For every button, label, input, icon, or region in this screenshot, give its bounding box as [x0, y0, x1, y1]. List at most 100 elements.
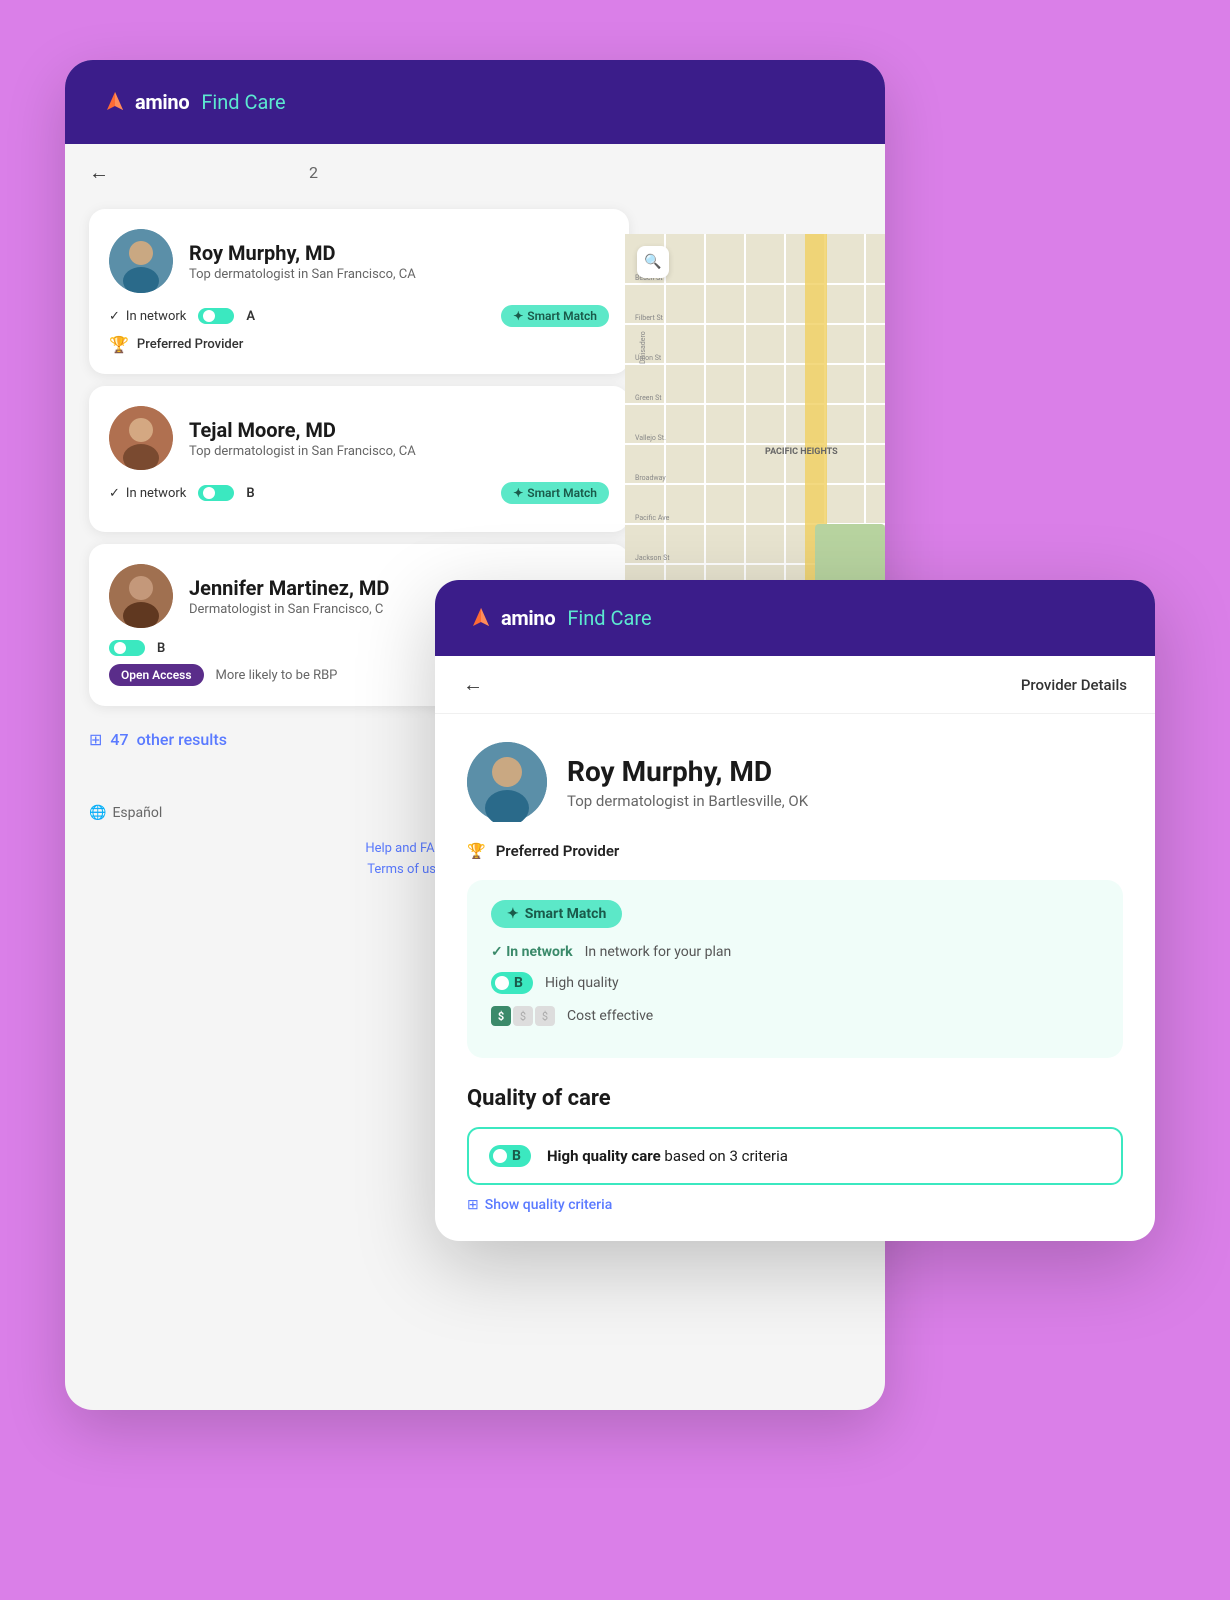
front-card-header: amino Find Care — [435, 580, 1155, 656]
map-search-icon[interactable]: 🔍 — [637, 246, 669, 278]
plus-icon: ⊞ — [89, 730, 102, 749]
provider-badges-0: ✓ In network A ✦ Smart Match — [109, 305, 609, 327]
open-access-badge-2: Open Access — [109, 664, 204, 686]
show-criteria-text: Show quality criteria — [485, 1197, 613, 1213]
amino-logo: amino — [101, 88, 189, 116]
svg-text:Broadway: Broadway — [635, 474, 666, 482]
other-results-label: other results — [137, 730, 227, 749]
front-preferred-label: Preferred Provider — [496, 842, 620, 860]
avatar-image-2 — [109, 564, 173, 628]
provider-name-2: Jennifer Martinez, MD — [189, 576, 389, 600]
preferred-label-0: Preferred Provider — [137, 337, 243, 352]
smart-match-badge-1: ✦ Smart Match — [501, 482, 609, 504]
front-avatar — [467, 742, 547, 822]
front-preferred-row: 🏆 Preferred Provider — [467, 842, 1123, 860]
in-network-badge-0: ✓ In network — [109, 309, 186, 324]
svg-text:Pacific Ave: Pacific Ave — [635, 514, 670, 522]
svg-text:Filbert St: Filbert St — [635, 314, 664, 322]
criteria-row-0: ✓ In network In network for your plan — [491, 944, 1099, 960]
provider-subtitle-1: Top dermatologist in San Francisco, CA — [189, 444, 416, 459]
provider-details-title: Provider Details — [1021, 676, 1127, 694]
quality-pill-inner-2 — [114, 642, 126, 654]
front-provider-info: Roy Murphy, MD Top dermatologist in Bart… — [567, 755, 808, 810]
find-care-label: Find Care — [201, 90, 285, 114]
smart-match-title: ✦ Smart Match — [491, 900, 622, 928]
network-label-1: In network — [126, 486, 186, 501]
back-card-header: amino Find Care — [65, 60, 885, 144]
globe-icon: 🌐 — [89, 805, 106, 821]
provider-card-0[interactable]: Roy Murphy, MD Top dermatologist in San … — [89, 209, 629, 374]
provider-badges-1: ✓ In network B ✦ Smart Match — [109, 482, 609, 504]
quality-box: B High quality care based on 3 criteria — [467, 1127, 1123, 1185]
dollar-1: $ — [491, 1006, 511, 1026]
quality-pill-1 — [198, 485, 234, 501]
front-quality-pill: B — [491, 972, 533, 994]
smart-match-section: ✦ Smart Match ✓ In network In network fo… — [467, 880, 1123, 1058]
front-find-care: Find Care — [567, 606, 651, 630]
svg-text:Divisadero: Divisadero — [639, 331, 647, 364]
cost-icons: $ $ $ — [491, 1006, 555, 1026]
avatar-circle-2 — [109, 564, 173, 628]
quality-pill-2 — [109, 640, 145, 656]
quality-box-strong: High quality care — [547, 1147, 661, 1165]
smart-match-icon-1: ✦ — [513, 486, 523, 500]
front-grade: B — [514, 975, 523, 991]
provider-avatar-1 — [109, 406, 173, 470]
front-back-arrow[interactable]: ← — [463, 672, 483, 697]
front-amino-logo: amino — [467, 604, 555, 632]
provider-name-0: Roy Murphy, MD — [189, 241, 416, 265]
front-provider-subtitle: Top dermatologist in Bartlesville, OK — [567, 792, 808, 810]
in-network-check: ✓ In network — [491, 944, 573, 960]
show-criteria-btn[interactable]: ⊞ Show quality criteria — [467, 1197, 1123, 1213]
front-nav: ← Provider Details — [435, 656, 1155, 714]
provider-top-0: Roy Murphy, MD Top dermatologist in San … — [109, 229, 609, 293]
grade-label-2: B — [157, 641, 165, 656]
quality-box-text: High quality care based on 3 criteria — [547, 1147, 788, 1165]
front-body: Roy Murphy, MD Top dermatologist in Bart… — [435, 714, 1155, 1241]
network-checkmark-0: ✓ — [109, 309, 120, 324]
quality-box-pill: B — [489, 1145, 531, 1167]
network-checkmark-1: ✓ — [109, 486, 120, 501]
smart-match-title-text: Smart Match — [525, 906, 607, 922]
avatar-circle-0 — [109, 229, 173, 293]
smart-match-text-0: Smart Match — [527, 309, 597, 323]
provider-info-1: Tejal Moore, MD Top dermatologist in San… — [189, 418, 416, 459]
svg-text:PACIFIC HEIGHTS: PACIFIC HEIGHTS — [765, 447, 838, 457]
dollar-3: $ — [535, 1006, 555, 1026]
provider-info-2: Jennifer Martinez, MD Dermatologist in S… — [189, 576, 389, 617]
quality-box-subtext: based on 3 criteria — [664, 1147, 788, 1165]
quality-care-section: Quality of care B High quality care base… — [467, 1086, 1123, 1213]
criteria-row-1: B High quality — [491, 972, 1099, 994]
front-provider-name: Roy Murphy, MD — [567, 755, 808, 788]
language-selector[interactable]: 🌐 Español — [89, 805, 162, 821]
quality-pill-0 — [198, 308, 234, 324]
page-number: 2 — [309, 163, 318, 182]
quality-box-dot — [493, 1149, 507, 1163]
provider-subtitle-2: Dermatologist in San Francisco, C — [189, 602, 389, 617]
smart-match-badge-0: ✦ Smart Match — [501, 305, 609, 327]
amino-icon — [101, 88, 129, 116]
smart-match-icon-0: ✦ — [513, 309, 523, 323]
avatar-image-1 — [109, 406, 173, 470]
smart-match-title-icon: ✦ — [507, 906, 519, 922]
svg-text:Vallejo St.: Vallejo St. — [635, 434, 666, 442]
terms-link[interactable]: Terms of use — [367, 862, 443, 877]
criteria-text-0: In network for your plan — [585, 944, 732, 960]
grade-label-1: B — [246, 486, 254, 501]
quality-pill-inner-0 — [203, 310, 215, 322]
dollar-2: $ — [513, 1006, 533, 1026]
preferred-provider-0: 🏆 Preferred Provider — [109, 335, 609, 354]
quality-care-title: Quality of care — [467, 1086, 1123, 1111]
back-nav-bar: ← 2 — [65, 144, 885, 201]
provider-top-1: Tejal Moore, MD Top dermatologist in San… — [109, 406, 609, 470]
avatar-image-0 — [109, 229, 173, 293]
front-avatar-image — [467, 742, 547, 822]
front-card: amino Find Care ← Provider Details — [435, 580, 1155, 1241]
grade-label-0: A — [246, 309, 255, 324]
back-arrow-btn[interactable]: ← — [89, 160, 109, 185]
provider-card-1[interactable]: Tejal Moore, MD Top dermatologist in San… — [89, 386, 629, 532]
quality-pill-inner-1 — [203, 487, 215, 499]
rbp-text-2: More likely to be RBP — [216, 668, 338, 683]
criteria-row-2: $ $ $ Cost effective — [491, 1006, 1099, 1026]
show-criteria-icon: ⊞ — [467, 1197, 479, 1213]
